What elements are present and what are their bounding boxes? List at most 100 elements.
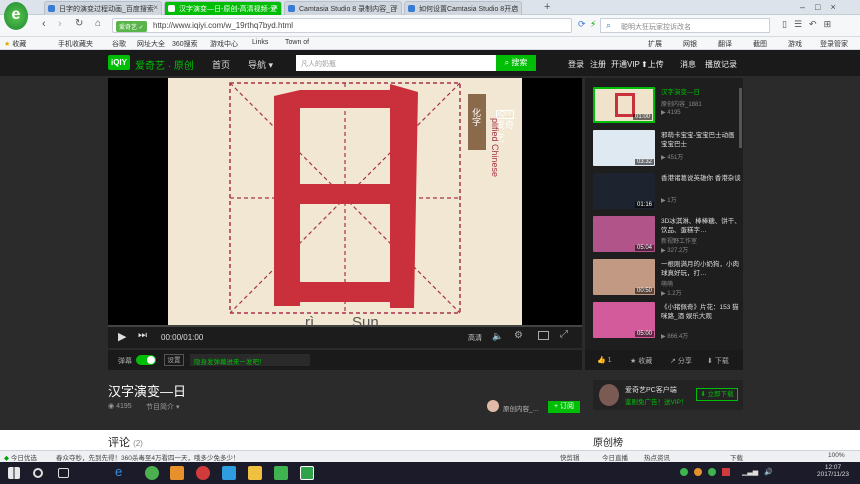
register-link[interactable]: 注册 bbox=[590, 59, 606, 70]
tab-baidu-search[interactable]: 日字的演变过程动画_百度搜索 × bbox=[44, 1, 162, 15]
tab-close-icon[interactable]: × bbox=[513, 3, 518, 12]
play-icon[interactable]: ▶ bbox=[118, 330, 126, 343]
video-title[interactable]: 3D冰淇淋、棒棒糖、饼干、饮品、蛋糕字… bbox=[661, 217, 741, 235]
bookmark-favorites[interactable]: ★ 收藏 bbox=[4, 39, 26, 49]
bookmark-google[interactable]: 谷歌 bbox=[112, 39, 126, 49]
upload-link[interactable]: ⬆上传 bbox=[641, 59, 664, 70]
phone-icon[interactable]: ▯ bbox=[782, 19, 794, 29]
tray-icon-4[interactable] bbox=[722, 468, 730, 476]
new-tab-button[interactable]: + bbox=[544, 1, 550, 13]
edge-icon[interactable]: e bbox=[115, 464, 129, 479]
next-icon[interactable]: ⏭ bbox=[138, 330, 147, 341]
messages-link[interactable]: 消息 bbox=[680, 59, 696, 70]
favorite-button[interactable]: ★ 收藏 bbox=[630, 356, 652, 366]
network-icon[interactable]: ▁▃▅ bbox=[742, 468, 758, 476]
url-field[interactable]: 爱奇艺 ✓ http://www.iqiyi.com/w_19rthq7byd.… bbox=[112, 18, 572, 33]
tab-camtasia-settings[interactable]: 如何设置Camtasia Studio 8开启 × bbox=[404, 1, 522, 15]
bookmark-town[interactable]: Town of bbox=[285, 39, 309, 46]
tool-login[interactable]: 登录管家 bbox=[820, 39, 848, 49]
video-description-toggle[interactable]: 节目简介 ▾ bbox=[146, 402, 179, 412]
video-title[interactable]: 汉字演变—日 bbox=[661, 88, 741, 97]
reload-icon[interactable]: ↻ bbox=[75, 18, 83, 29]
refresh-icon[interactable]: ⟳ bbox=[578, 19, 586, 30]
video-thumbnail[interactable]: 05:04 bbox=[593, 216, 655, 252]
status-live[interactable]: 今日直播 bbox=[602, 452, 628, 462]
nav-home[interactable]: 首页 bbox=[212, 58, 230, 71]
tool-games[interactable]: 游戏 bbox=[788, 39, 802, 49]
forward-icon[interactable]: › bbox=[58, 18, 62, 30]
barrage-input[interactable]: 隐身发弹幕进来一发吧！ bbox=[190, 354, 310, 366]
tool-bank[interactable]: 网银 bbox=[683, 39, 697, 49]
volume-tray-icon[interactable]: 🔊 bbox=[764, 468, 773, 476]
history-link[interactable]: 播放记录 bbox=[705, 59, 737, 70]
video-frame[interactable]: iQIY 爱奇艺 化字 plified Chinese rì Sun bbox=[168, 78, 522, 325]
tab-camtasia-record[interactable]: Camtasia Studio 8 录制内容_百 × bbox=[284, 1, 402, 15]
status-zoom[interactable]: 100% bbox=[828, 452, 845, 459]
app-blue-icon[interactable] bbox=[222, 466, 236, 480]
browser-search-field[interactable]: ⌕ 聪明大狂玩家控诉改名 bbox=[600, 18, 770, 33]
list-item[interactable]: 01:16 香港诸葛说英雄你 香港杂谈 ▶ 1万 bbox=[593, 173, 741, 213]
video-thumbnail[interactable]: 03:32 bbox=[593, 130, 655, 166]
status-news-ticker[interactable]: 春众夺秒，先到先得！360杀毒至4万看四一天，哦多少免多少！ bbox=[56, 452, 239, 462]
volume-icon[interactable]: 🔈 bbox=[492, 331, 503, 342]
app-red-icon[interactable] bbox=[196, 466, 210, 480]
tool-screenshot[interactable]: 截图 bbox=[753, 39, 767, 49]
tray-icon-1[interactable] bbox=[680, 468, 688, 476]
windows-start-icon[interactable] bbox=[8, 467, 20, 479]
barrage-toggle[interactable] bbox=[136, 355, 156, 365]
like-button[interactable]: 👍 1 bbox=[597, 356, 612, 364]
taskbar-clock[interactable]: 12:07 2017/11/23 bbox=[812, 464, 854, 478]
sidebar-scrollbar[interactable] bbox=[739, 88, 742, 148]
bookmark-hao[interactable]: 网址大全 bbox=[137, 39, 165, 49]
share-button[interactable]: ↗ 分享 bbox=[670, 356, 692, 366]
barrage-settings-button[interactable]: 设置 bbox=[164, 354, 184, 366]
status-news[interactable]: 热点资讯 bbox=[644, 452, 670, 462]
login-link[interactable]: 登录 bbox=[568, 59, 584, 70]
list-item[interactable]: 03:32 邪萌卡宝宝-宝宝巴士动画 宝宝巴士 ▶ 451万 bbox=[593, 130, 741, 170]
miniscreen-icon[interactable] bbox=[538, 331, 549, 340]
video-thumbnail[interactable]: 01:16 bbox=[593, 173, 655, 209]
video-thumbnail[interactable]: 01:00 bbox=[593, 87, 655, 123]
bookmark-360-search[interactable]: 360搜索 bbox=[172, 39, 198, 49]
close-window-icon[interactable]: × bbox=[830, 2, 845, 12]
video-title[interactable]: 《小猪佩奇》片花：153 猫咪路_酒 娱乐大观 bbox=[661, 303, 741, 321]
video-player[interactable]: iQIY 爱奇艺 化字 plified Chinese rì Sun ▶ ⏭ 0… bbox=[108, 78, 582, 348]
site-search-input[interactable]: 凡人的奶瓶 bbox=[296, 55, 496, 71]
progress-bar[interactable] bbox=[108, 325, 582, 327]
status-downloads[interactable]: 下载 bbox=[730, 452, 743, 462]
bookmark-links[interactable]: Links bbox=[252, 39, 268, 46]
tab-close-icon[interactable]: × bbox=[273, 3, 278, 12]
minimize-icon[interactable]: – bbox=[800, 2, 815, 12]
menu-icon[interactable]: ☰ bbox=[794, 19, 809, 29]
status-daily-picks[interactable]: ◆ 今日优选 bbox=[4, 452, 37, 462]
tray-icon-2[interactable] bbox=[694, 468, 702, 476]
file-explorer-icon[interactable] bbox=[248, 466, 262, 480]
camtasia-icon[interactable] bbox=[300, 466, 314, 480]
promo-download-button[interactable]: ⬇ 立即下载 bbox=[696, 388, 738, 401]
browser-logo-icon[interactable]: e bbox=[4, 2, 28, 30]
video-thumbnail[interactable]: 05:00 bbox=[593, 302, 655, 338]
bookmark-mobile[interactable]: 手机收藏夹 bbox=[58, 39, 93, 49]
back-icon[interactable]: ‹ bbox=[42, 18, 46, 30]
quality-selector[interactable]: 高清 bbox=[468, 333, 482, 343]
video-thumbnail[interactable]: 00:50 bbox=[593, 259, 655, 295]
nav-navigation[interactable]: 导航 ▾ bbox=[248, 58, 273, 71]
vip-link[interactable]: 开通VIP bbox=[611, 59, 640, 70]
settings-icon[interactable]: ⚙ bbox=[514, 330, 523, 341]
bookmark-games[interactable]: 游戏中心 bbox=[210, 39, 238, 49]
task-view-icon[interactable] bbox=[58, 468, 69, 478]
list-item[interactable]: 05:00 《小猪佩奇》片花：153 猫咪路_酒 娱乐大观 ▶ 866.4万 bbox=[593, 302, 741, 342]
app-green-square-icon[interactable] bbox=[274, 466, 288, 480]
uploader-avatar[interactable] bbox=[487, 400, 499, 412]
search-icon[interactable] bbox=[33, 468, 43, 478]
fullscreen-icon[interactable]: ⤢ bbox=[560, 329, 568, 340]
tab-close-icon[interactable]: × bbox=[393, 3, 398, 12]
maximize-icon[interactable]: □ bbox=[815, 2, 830, 12]
undo-icon[interactable]: ↶ bbox=[809, 19, 824, 29]
tab-iqiyi[interactable]: 汉字演变—日-原创-高清视频-爱 × bbox=[164, 1, 282, 15]
tab-close-icon[interactable]: × bbox=[153, 3, 158, 12]
site-search-button[interactable]: ⌕ 搜索 bbox=[496, 55, 536, 71]
list-item[interactable]: 05:04 3D冰淇淋、棒棒糖、饼干、饮品、蛋糕字… 新视野工作室 ▶ 327.… bbox=[593, 216, 741, 256]
home-icon[interactable]: ⌂ bbox=[95, 18, 101, 29]
uploader-name[interactable]: 原创内容_… bbox=[503, 403, 539, 413]
